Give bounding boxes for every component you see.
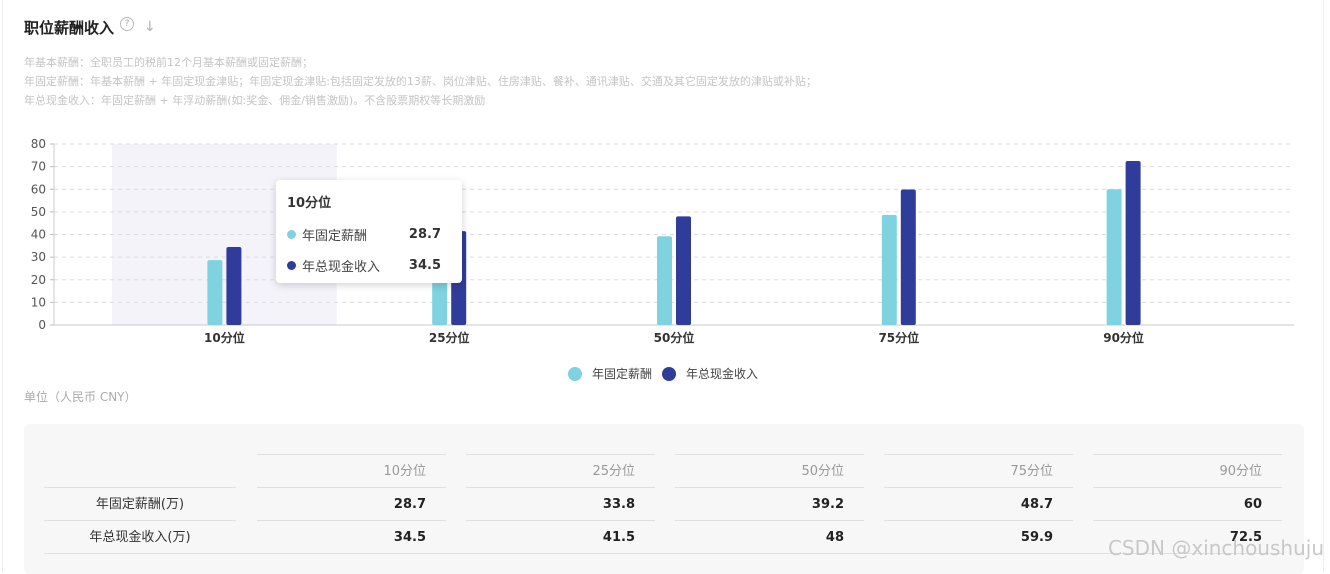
table-header-cell: 10分位 (257, 454, 446, 487)
page-title: 职位薪酬收入 (24, 18, 115, 37)
table-bottom-rule (44, 553, 1284, 554)
y-tick-label: 20 (31, 273, 46, 287)
tooltip-series-value: 34.5 (408, 257, 441, 273)
bar-chart[interactable]: 0 10 20 30 40 50 60 70 80 10分位 25分位 50分位 75分位 90分位 (0, 130, 1330, 355)
chart-tooltip: 10分位 年固定薪酬 28.7 年总现金收入 34.5 (276, 180, 462, 283)
x-tick-label: 75分位 (878, 330, 919, 345)
header: 职位薪酬收入 ? ↓ (24, 15, 156, 39)
y-tick-label: 70 (31, 160, 46, 174)
x-tick-label: 90分位 (1103, 330, 1144, 345)
bar (1106, 189, 1122, 325)
legend-item[interactable]: 年固定薪酬 (568, 365, 652, 382)
bar (226, 246, 242, 325)
description-line: 年固定薪酬：年基本薪酬 + 年固定现金津贴；年固定现金津贴:包括固定发放的13薪… (24, 75, 817, 88)
y-tick-label: 60 (31, 182, 46, 196)
bar (900, 189, 916, 325)
y-tick-label: 50 (31, 205, 46, 219)
bar (1125, 160, 1141, 325)
legend-dot (662, 366, 677, 381)
table-cell: 60 (1093, 487, 1282, 520)
bar (207, 260, 223, 325)
table-cell: 39.2 (675, 487, 864, 520)
legend-dot (568, 366, 582, 381)
table-header-cell: 25分位 (466, 454, 655, 487)
table-cell: 28.7 (257, 487, 446, 520)
watermark: CSDN @xinchoushuju (1107, 536, 1324, 560)
bar (881, 214, 897, 325)
table-cell: 48.7 (884, 487, 1073, 520)
tooltip-series-name: 年固定薪酬 (302, 228, 368, 244)
table-cell: 48 (675, 520, 864, 553)
table-header-cell: 90分位 (1093, 454, 1282, 487)
table-cell: 33.8 (466, 487, 655, 520)
tooltip-series-dot (287, 260, 296, 270)
bar (657, 236, 672, 325)
tooltip-title: 10分位 (287, 196, 332, 211)
legend-label: 年固定薪酬 (592, 367, 653, 381)
y-tick-label: 30 (31, 250, 46, 264)
table-header-cell: 75分位 (884, 454, 1073, 487)
table-header-cell: 50分位 (675, 454, 864, 487)
table-row-label: 年固定薪酬(万) (44, 487, 236, 520)
unit-label: 单位（人民币 CNY） (24, 390, 137, 404)
tooltip-row: 年总现金收入 34.5 (287, 255, 451, 275)
legend-item[interactable]: 年总现金收入 (662, 365, 758, 382)
x-tick-label: 25分位 (429, 330, 470, 345)
question-circle-icon[interactable]: ? (120, 17, 135, 31)
table-row-label: 年总现金收入(万) (44, 520, 236, 553)
chart-legend: 年固定薪酬 年总现金收入 (568, 365, 768, 382)
y-tick-label: 0 (38, 318, 46, 332)
x-tick-label: 10分位 (204, 330, 245, 345)
bar (676, 216, 691, 325)
tooltip-series-value: 28.7 (408, 226, 441, 242)
y-tick-label: 40 (31, 228, 46, 242)
arrow-down-icon[interactable]: ↓ (144, 19, 156, 35)
y-tick-label: 80 (31, 137, 46, 151)
table-cell: 41.5 (466, 520, 655, 553)
tooltip-row: 年固定薪酬 28.7 (287, 224, 451, 244)
y-tick-label: 10 (31, 295, 46, 309)
table-cell: 59.9 (884, 520, 1073, 553)
tooltip-series-dot (287, 229, 296, 239)
description-line: 年基本薪酬：全职员工的税前12个月基本薪酬或固定薪酬； (24, 56, 313, 69)
description-line: 年总现金收入：年固定薪酬 + 年浮动薪酬(如:奖金、佣金/销售激励)。不含股票期… (24, 94, 486, 107)
description: 年基本薪酬：全职员工的税前12个月基本薪酬或固定薪酬； 年固定薪酬：年基本薪酬 … (24, 53, 817, 110)
table-cell: 34.5 (257, 520, 446, 553)
legend-label: 年总现金收入 (686, 367, 759, 381)
x-tick-label: 50分位 (654, 330, 695, 345)
tooltip-series-name: 年总现金收入 (302, 259, 381, 275)
